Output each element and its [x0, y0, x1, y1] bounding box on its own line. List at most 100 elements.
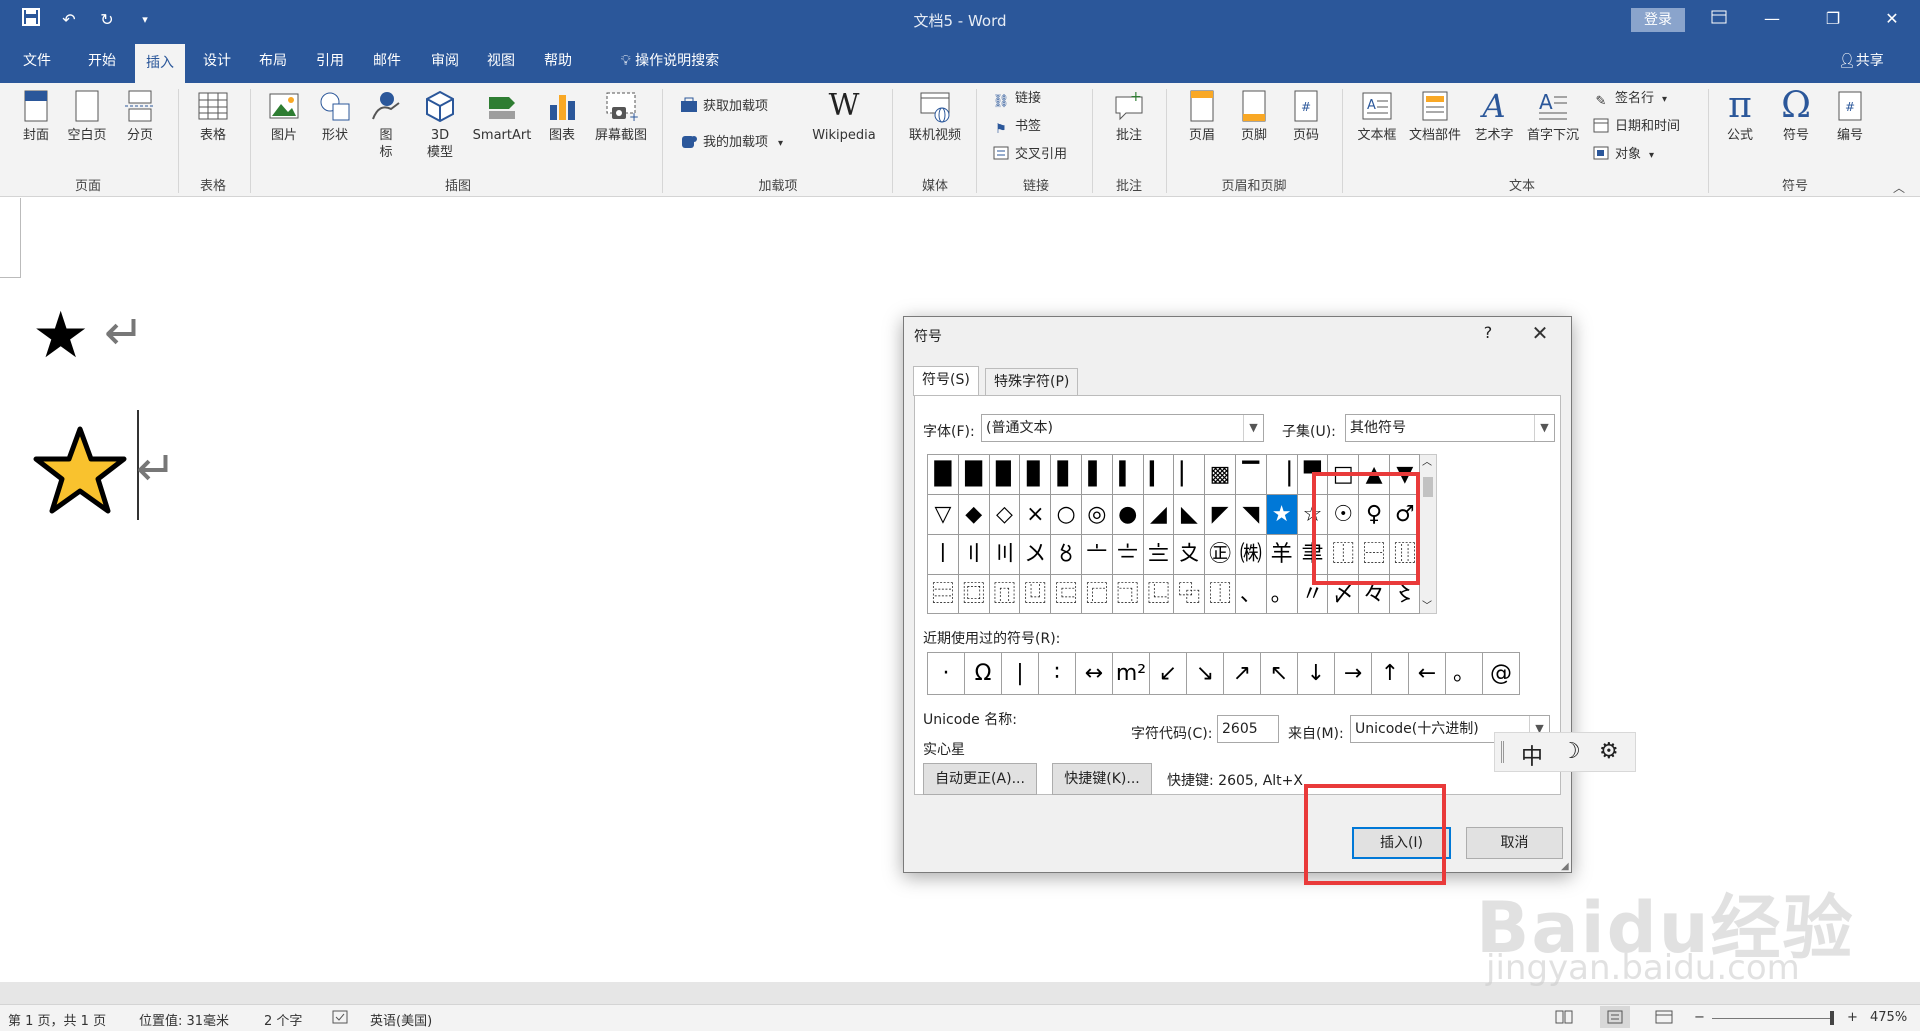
- tab-help[interactable]: 帮助: [535, 40, 581, 83]
- help-icon[interactable]: ?: [1477, 323, 1499, 342]
- share-button[interactable]: 👤︎共享: [1838, 40, 1884, 83]
- tab-design[interactable]: 设计: [194, 40, 240, 83]
- read-mode-icon[interactable]: [1555, 1010, 1573, 1028]
- symbol-cell[interactable]: ㈱: [1235, 535, 1267, 575]
- drop-cap-button[interactable]: A 首字下沉: [1522, 89, 1584, 144]
- moon-icon[interactable]: ☽: [1561, 739, 1581, 764]
- tab-review[interactable]: 审阅: [422, 40, 468, 83]
- icons-button[interactable]: 图 标: [366, 89, 406, 161]
- ime-mode-toggle[interactable]: 中: [1521, 739, 1543, 771]
- symbol-cell[interactable]: ⿺: [1144, 575, 1175, 613]
- print-layout-icon[interactable]: [1600, 1006, 1630, 1028]
- numbering-button[interactable]: # 编号: [1828, 89, 1872, 144]
- smartart-button[interactable]: SmartArt: [466, 89, 538, 144]
- ribbon-display-icon[interactable]: [1699, 4, 1739, 34]
- my-addins-button[interactable]: 我的加载项 ▾: [680, 131, 783, 155]
- zoom-out-icon[interactable]: −: [1694, 1010, 1705, 1025]
- table-button[interactable]: 表格: [188, 89, 238, 144]
- symbol-cell[interactable]: ▽: [928, 495, 959, 535]
- symbol-cell[interactable]: 〦: [1081, 535, 1113, 575]
- symbol-cell[interactable]: ▕: [1266, 455, 1298, 495]
- symbol-cell[interactable]: 〣: [989, 535, 1021, 575]
- ime-drag-handle[interactable]: [1501, 741, 1504, 763]
- shortcut-key-button[interactable]: 快捷键(K)...: [1052, 763, 1152, 795]
- signature-line-button[interactable]: ✎ 签名行 ▾: [1592, 87, 1668, 111]
- symbol-cell[interactable]: ◇: [989, 495, 1021, 535]
- recent-symbol-cell[interactable]: ←: [1409, 653, 1446, 694]
- recent-symbol-cell[interactable]: ↙: [1150, 653, 1187, 694]
- symbol-cell[interactable]: ⿴: [959, 575, 990, 613]
- symbol-cell[interactable]: █: [958, 455, 990, 495]
- language[interactable]: 英语(美国): [370, 1010, 432, 1029]
- symbol-cell[interactable]: 〥: [1051, 535, 1082, 575]
- symbol-cell-selected[interactable]: ★: [1266, 495, 1298, 535]
- recent-symbol-cell[interactable]: →: [1335, 653, 1372, 694]
- yellow-star-shape[interactable]: [32, 425, 128, 517]
- symbol-cell[interactable]: ◥: [1235, 495, 1267, 535]
- tab-mailings[interactable]: 邮件: [364, 40, 410, 83]
- symbol-cell[interactable]: ▩: [1205, 455, 1236, 495]
- gear-icon[interactable]: ⚙: [1599, 739, 1619, 764]
- recent-symbol-cell[interactable]: ↗: [1224, 653, 1261, 694]
- symbol-cell[interactable]: ▍: [1112, 455, 1144, 495]
- symbol-cell[interactable]: ㊣: [1205, 535, 1236, 575]
- symbol-cell[interactable]: 〨: [1143, 535, 1175, 575]
- symbol-cell[interactable]: ▉: [989, 455, 1021, 495]
- tab-insert[interactable]: 插入: [135, 44, 185, 83]
- subset-select[interactable]: 其他符号 ▼: [1345, 414, 1555, 442]
- symbol-cell[interactable]: ▊: [1020, 455, 1052, 495]
- symbol-cell[interactable]: ●: [1112, 495, 1144, 535]
- tab-file[interactable]: 文件: [14, 40, 60, 83]
- blank-page-button[interactable]: 空白页: [62, 89, 112, 144]
- close-icon[interactable]: ✕: [1872, 4, 1912, 34]
- recent-symbol-cell[interactable]: Ω: [965, 653, 1002, 694]
- tab-layout[interactable]: 布局: [250, 40, 296, 83]
- chart-button[interactable]: 图表: [542, 89, 582, 144]
- recent-symbol-cell[interactable]: ↓: [1298, 653, 1335, 694]
- symbol-cell[interactable]: ⿸: [1082, 575, 1113, 613]
- page-number-button[interactable]: # 页码: [1284, 89, 1328, 144]
- tab-special-characters[interactable]: 特殊字符(P): [985, 368, 1079, 395]
- recent-symbol-cell[interactable]: ·: [928, 653, 965, 694]
- symbol-grid-scrollbar[interactable]: ︿ ﹀: [1420, 454, 1437, 614]
- recent-symbol-cell[interactable]: ↔: [1076, 653, 1113, 694]
- recent-symbol-cell[interactable]: @: [1483, 653, 1520, 694]
- textbox-button[interactable]: A 文本框: [1352, 89, 1402, 144]
- recent-symbol-cell[interactable]: ↖: [1261, 653, 1298, 694]
- tab-home[interactable]: 开始: [79, 40, 125, 83]
- symbol-cell[interactable]: 〤: [1020, 535, 1052, 575]
- cross-reference-button[interactable]: 交叉引用: [992, 143, 1067, 167]
- symbol-cell[interactable]: ◆: [958, 495, 990, 535]
- character-code-input[interactable]: 2605: [1217, 715, 1279, 743]
- symbol-cell[interactable]: 〩: [1174, 535, 1206, 575]
- link-button[interactable]: ⛓︎ 链接: [992, 87, 1041, 111]
- recent-symbol-cell[interactable]: ∶: [1039, 653, 1076, 694]
- symbol-cell[interactable]: 羊: [1266, 535, 1298, 575]
- online-video-button[interactable]: 联机视频: [902, 89, 968, 144]
- footer-button[interactable]: 页脚: [1232, 89, 1276, 144]
- recent-symbol-cell[interactable]: 。: [1446, 653, 1483, 694]
- 3d-models-button[interactable]: 3D 模型: [418, 89, 462, 161]
- recent-symbol-cell[interactable]: ↑: [1372, 653, 1409, 694]
- symbol-cell[interactable]: 〧: [1112, 535, 1144, 575]
- zoom-slider-track[interactable]: [1712, 1018, 1830, 1019]
- chevron-down-icon[interactable]: ﹀: [1422, 597, 1432, 612]
- web-layout-icon[interactable]: [1655, 1010, 1673, 1028]
- symbol-cell[interactable]: ▌: [1081, 455, 1113, 495]
- symbol-cell[interactable]: ×: [1020, 495, 1052, 535]
- symbol-cell[interactable]: ◎: [1081, 495, 1113, 535]
- symbol-cell[interactable]: 〢: [958, 535, 990, 575]
- quick-parts-button[interactable]: 文档部件: [1406, 89, 1464, 144]
- scrollbar-thumb[interactable]: [1423, 477, 1433, 497]
- symbol-cell[interactable]: ⿻: [1174, 575, 1206, 613]
- minimize-icon[interactable]: —: [1752, 4, 1792, 34]
- close-icon[interactable]: ✕: [1525, 321, 1555, 345]
- collapse-ribbon-icon[interactable]: ︿: [1893, 179, 1905, 196]
- symbol-cell[interactable]: ◤: [1205, 495, 1236, 535]
- picture-button[interactable]: 图片: [262, 89, 306, 144]
- tab-references[interactable]: 引用: [307, 40, 353, 83]
- equation-button[interactable]: π 公式: [1718, 88, 1762, 144]
- resize-grip-icon[interactable]: ◢: [1561, 861, 1569, 872]
- page-break-button[interactable]: 分页: [118, 89, 162, 144]
- symbol-cell[interactable]: █: [928, 455, 959, 495]
